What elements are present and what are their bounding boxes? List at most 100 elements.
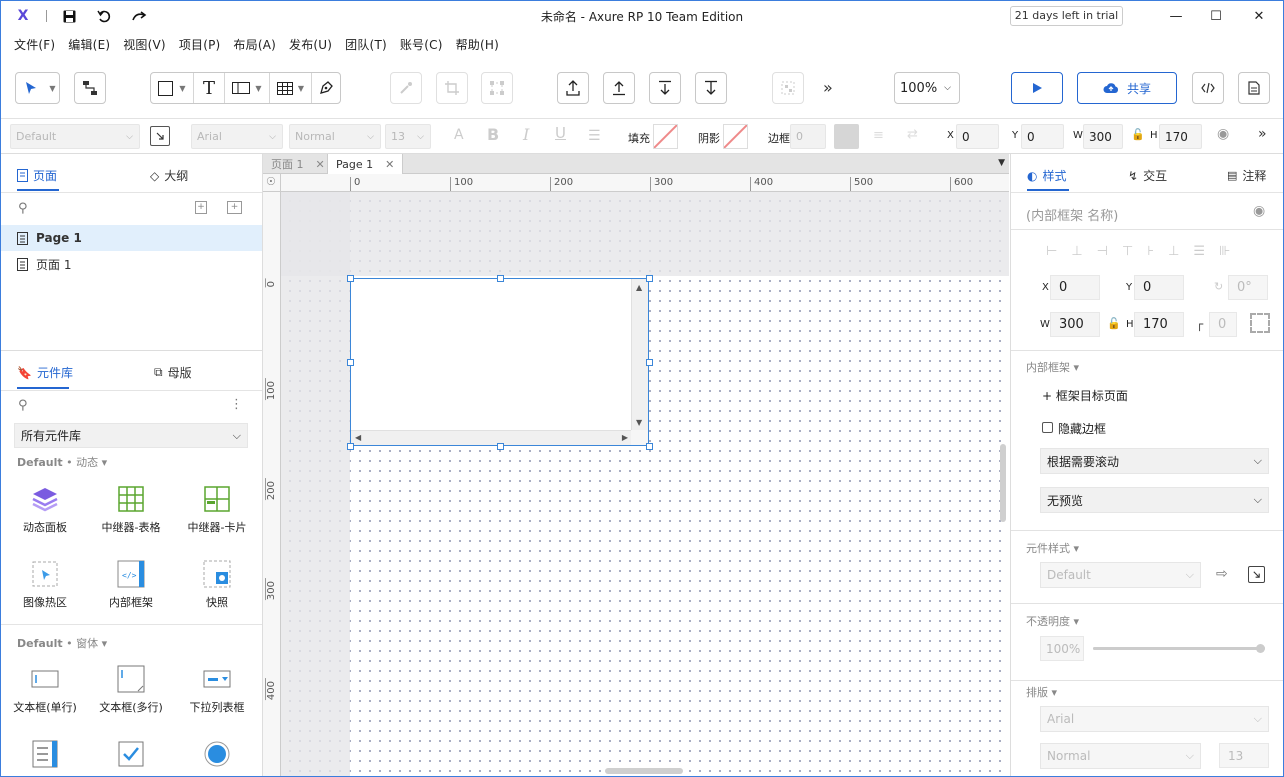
opacity-slider-track[interactable]: [1093, 644, 1265, 653]
widget-text-field[interactable]: 文本框(单行): [2, 659, 88, 715]
font-weight-select[interactable]: Normal ⌵: [289, 124, 381, 149]
menu-arrange[interactable]: 布局(A): [233, 36, 276, 53]
send-to-back-icon[interactable]: [695, 72, 727, 104]
x-input[interactable]: 0: [956, 124, 999, 149]
eyedropper-icon[interactable]: [390, 72, 422, 104]
inline-frame-widget[interactable]: ▲ ▼ ◀ ▶: [350, 278, 649, 446]
rectangle-tool[interactable]: ▼: [151, 73, 194, 103]
send-backward-icon[interactable]: [649, 72, 681, 104]
stylebar-overflow-button[interactable]: »: [1258, 126, 1267, 142]
scroll-down-icon[interactable]: ▼: [636, 418, 642, 427]
tabs-dropdown-icon[interactable]: ▼: [998, 158, 1005, 168]
tab-style[interactable]: ◐ 样式: [1027, 167, 1067, 184]
group-icon[interactable]: [772, 72, 804, 104]
italic-icon[interactable]: I: [523, 125, 529, 144]
shadow-swatch[interactable]: [723, 124, 748, 149]
menu-account[interactable]: 账号(C): [400, 36, 443, 53]
select-tool[interactable]: ▼: [15, 72, 60, 104]
resize-handle[interactable]: [646, 359, 653, 366]
y-input[interactable]: 0: [1021, 124, 1064, 149]
close-icon[interactable]: ✕: [316, 158, 325, 171]
height-input[interactable]: 170: [1134, 312, 1184, 337]
zoom-select[interactable]: 100% ⌵: [894, 72, 960, 104]
hide-border-checkbox[interactable]: [1042, 422, 1053, 433]
design-canvas[interactable]: ▲ ▼ ◀ ▶: [281, 192, 1009, 776]
ruler-corner[interactable]: ☉: [263, 174, 281, 192]
resize-handle[interactable]: [347, 443, 354, 450]
typography-section-label[interactable]: 排版 ▾: [1026, 684, 1057, 700]
table-tool[interactable]: ▼: [270, 73, 312, 103]
underline-icon[interactable]: U: [555, 124, 566, 142]
apply-style-icon[interactable]: ⇨: [1216, 566, 1228, 582]
page-item-2[interactable]: 页面 1: [1, 251, 262, 277]
opacity-input[interactable]: 100%: [1040, 636, 1084, 661]
maximize-icon[interactable]: ☐: [1196, 5, 1236, 27]
tab-library[interactable]: 🔖 元件库: [17, 364, 73, 381]
fit-icon[interactable]: [1250, 313, 1270, 333]
resize-handle[interactable]: [646, 443, 653, 450]
fill-color-swatch[interactable]: [653, 124, 678, 149]
border-color-swatch[interactable]: [834, 124, 859, 149]
opacity-section-label[interactable]: 不透明度 ▾: [1026, 613, 1079, 629]
width-input[interactable]: 300: [1083, 124, 1123, 149]
widget-hotspot[interactable]: 图像热区: [2, 554, 88, 610]
lock-icon[interactable]: 🔓: [1107, 317, 1121, 330]
menu-file[interactable]: 文件(F): [14, 36, 55, 53]
widget-name-input[interactable]: (内部框架 名称): [1026, 205, 1118, 224]
edit-style-icon[interactable]: [1248, 566, 1265, 583]
share-button[interactable]: 共享: [1077, 72, 1177, 104]
menu-team[interactable]: 团队(T): [345, 36, 387, 53]
bring-forward-icon[interactable]: [603, 72, 635, 104]
font-weight-select[interactable]: Normal ⌵: [1040, 743, 1201, 769]
scroll-left-icon[interactable]: ◀: [355, 433, 361, 442]
trial-badge[interactable]: 21 days left in trial: [1010, 6, 1123, 26]
library-section-forms[interactable]: Default • 窗体 ▾: [17, 635, 107, 651]
widget-style-section-label[interactable]: 元件样式 ▾: [1026, 540, 1079, 556]
widget-style-select[interactable]: Default ⌵: [1040, 562, 1201, 588]
crop-icon[interactable]: [436, 72, 468, 104]
y-input[interactable]: 0: [1134, 275, 1184, 300]
widget-inline-frame[interactable]: </> 内部框架: [88, 554, 174, 610]
page-item-1[interactable]: Page 1: [1, 225, 262, 251]
vertical-scrollbar[interactable]: ▲ ▼: [631, 279, 648, 431]
close-icon[interactable]: ✕: [385, 158, 394, 171]
tab-pages[interactable]: 页面: [17, 167, 57, 184]
search-icon[interactable]: ⚲: [18, 398, 28, 413]
tab-interactions[interactable]: ↯ 交互: [1128, 167, 1167, 184]
visibility-icon[interactable]: ◉: [1253, 203, 1265, 219]
tab-outline[interactable]: ◇ 大纲: [150, 167, 188, 184]
iframe-section-label[interactable]: 内部框架 ▾: [1026, 359, 1079, 375]
add-page-icon[interactable]: +: [195, 201, 207, 214]
widget-text-area[interactable]: 文本框(多行): [88, 659, 174, 715]
more-options-icon[interactable]: ⋮: [230, 397, 243, 412]
canvas-horizontal-scrollbar[interactable]: [605, 768, 683, 774]
widget-radio[interactable]: [174, 734, 260, 774]
preview-select[interactable]: 无预览 ⌵: [1040, 487, 1269, 513]
resize-handle[interactable]: [497, 443, 504, 450]
text-color-icon[interactable]: A: [454, 127, 464, 143]
align-icons[interactable]: ⊢⊥⊣⊤⊦⊥☰⊪: [1046, 244, 1244, 259]
widget-droplist[interactable]: 下拉列表框: [174, 659, 260, 715]
visibility-icon[interactable]: ◉: [1217, 126, 1229, 142]
horizontal-scrollbar[interactable]: ◀ ▶: [351, 430, 633, 445]
toolbar-overflow-button[interactable]: »: [823, 78, 833, 97]
transform-icon[interactable]: [481, 72, 513, 104]
height-input[interactable]: 170: [1159, 124, 1202, 149]
widget-repeater-table[interactable]: 中继器-表格: [88, 479, 174, 535]
pen-tool-icon[interactable]: [312, 73, 340, 103]
close-icon[interactable]: ✕: [1239, 5, 1279, 27]
widget-snapshot[interactable]: 快照: [174, 554, 260, 610]
font-family-select[interactable]: Arial ⌵: [191, 124, 283, 149]
width-input[interactable]: 300: [1050, 312, 1100, 337]
radius-input[interactable]: 0: [1209, 312, 1237, 337]
minimize-icon[interactable]: —: [1156, 5, 1196, 27]
add-folder-icon[interactable]: +: [227, 201, 242, 214]
bring-to-front-icon[interactable]: [557, 72, 589, 104]
font-family-select[interactable]: Arial ⌵: [1040, 706, 1269, 732]
scroll-right-icon[interactable]: ▶: [622, 433, 628, 442]
lock-icon[interactable]: 🔓: [1131, 128, 1145, 141]
frame-target-link[interactable]: + 框架目标页面: [1042, 387, 1128, 404]
resize-handle[interactable]: [347, 275, 354, 282]
widget-dynamic-panel[interactable]: 动态面板: [2, 479, 88, 535]
library-section-dynamic[interactable]: Default • 动态 ▾: [17, 454, 107, 470]
